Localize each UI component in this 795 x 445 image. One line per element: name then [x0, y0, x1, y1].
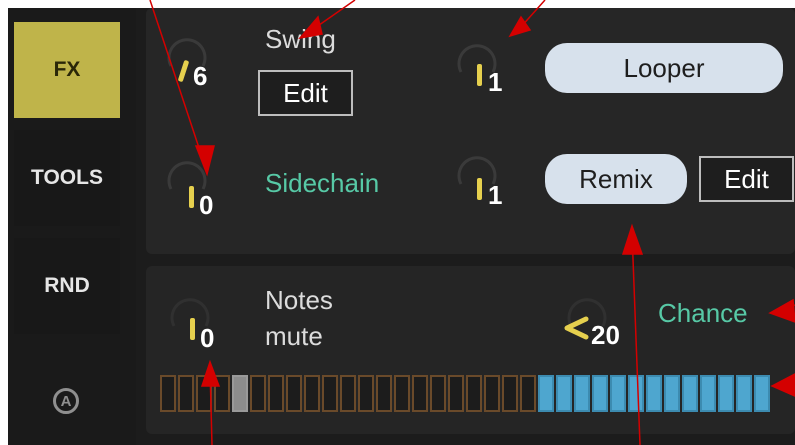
sequencer-step[interactable] [358, 375, 374, 412]
sequencer-step[interactable] [682, 375, 698, 412]
sidebar-item-tools[interactable]: TOOLS [14, 130, 120, 226]
notes-mute-label-line2: mute [265, 321, 323, 351]
swing-knob-value: 6 [193, 61, 208, 91]
looper-knob-value: 1 [488, 67, 503, 97]
remix-knob-value: 1 [488, 180, 503, 210]
sequencer-step[interactable] [412, 375, 428, 412]
looper-button[interactable]: Looper [545, 43, 783, 93]
sequencer-step[interactable] [322, 375, 338, 412]
sequencer-step[interactable] [502, 375, 518, 412]
chance-knob-value: 20 [591, 320, 620, 350]
sequencer-step[interactable] [736, 375, 752, 412]
sequencer-step[interactable] [340, 375, 356, 412]
sequencer-step[interactable] [394, 375, 410, 412]
sequencer-step[interactable] [484, 375, 500, 412]
sequencer-step[interactable] [574, 375, 590, 412]
swing-edit-button[interactable]: Edit [258, 70, 353, 116]
sidebar-item-label: FX [53, 58, 81, 81]
sequencer-step[interactable] [610, 375, 626, 412]
sequencer-step[interactable] [178, 375, 194, 412]
circle-a-icon: A [53, 388, 79, 414]
sequencer-step[interactable] [250, 375, 266, 412]
sidebar-item-fx[interactable]: FX [14, 22, 120, 118]
sequencer-step[interactable] [754, 375, 770, 412]
sequencer-step[interactable] [232, 375, 248, 412]
notes-mute-label-line1: Notes [265, 285, 333, 315]
sidebar-item-rnd[interactable]: RND [14, 238, 120, 334]
sequencer-step[interactable] [214, 375, 230, 412]
chance-label: Chance [658, 298, 748, 328]
sequencer-step[interactable] [196, 375, 212, 412]
sequencer-step[interactable] [646, 375, 662, 412]
chance-knob-pointer [564, 316, 589, 340]
sequencer-step[interactable] [466, 375, 482, 412]
sequencer-step[interactable] [376, 375, 392, 412]
remix-button[interactable]: Remix [545, 154, 687, 204]
sidechain-label: Sidechain [265, 168, 380, 198]
sequencer-step[interactable] [664, 375, 680, 412]
sidechain-knob-value: 0 [199, 190, 214, 220]
sequencer-step[interactable] [718, 375, 734, 412]
sidebar-item-label: TOOLS [31, 166, 103, 189]
notes-mute-knob-value: 0 [200, 323, 215, 353]
sequencer-step[interactable] [160, 375, 176, 412]
sequencer-step[interactable] [304, 375, 320, 412]
sequencer-step[interactable] [628, 375, 644, 412]
sequencer-step[interactable] [538, 375, 554, 412]
sequencer-step[interactable] [286, 375, 302, 412]
step-sequencer[interactable] [160, 375, 770, 412]
sequencer-step[interactable] [520, 375, 536, 412]
sequencer-step[interactable] [556, 375, 572, 412]
swing-label: Swing [265, 24, 336, 54]
sequencer-step[interactable] [268, 375, 284, 412]
sequencer-step[interactable] [592, 375, 608, 412]
sidebar-item-label: RND [44, 274, 90, 297]
sequencer-step[interactable] [448, 375, 464, 412]
remix-edit-button[interactable]: Edit [699, 156, 794, 202]
sequencer-step[interactable] [430, 375, 446, 412]
sequencer-step[interactable] [700, 375, 716, 412]
